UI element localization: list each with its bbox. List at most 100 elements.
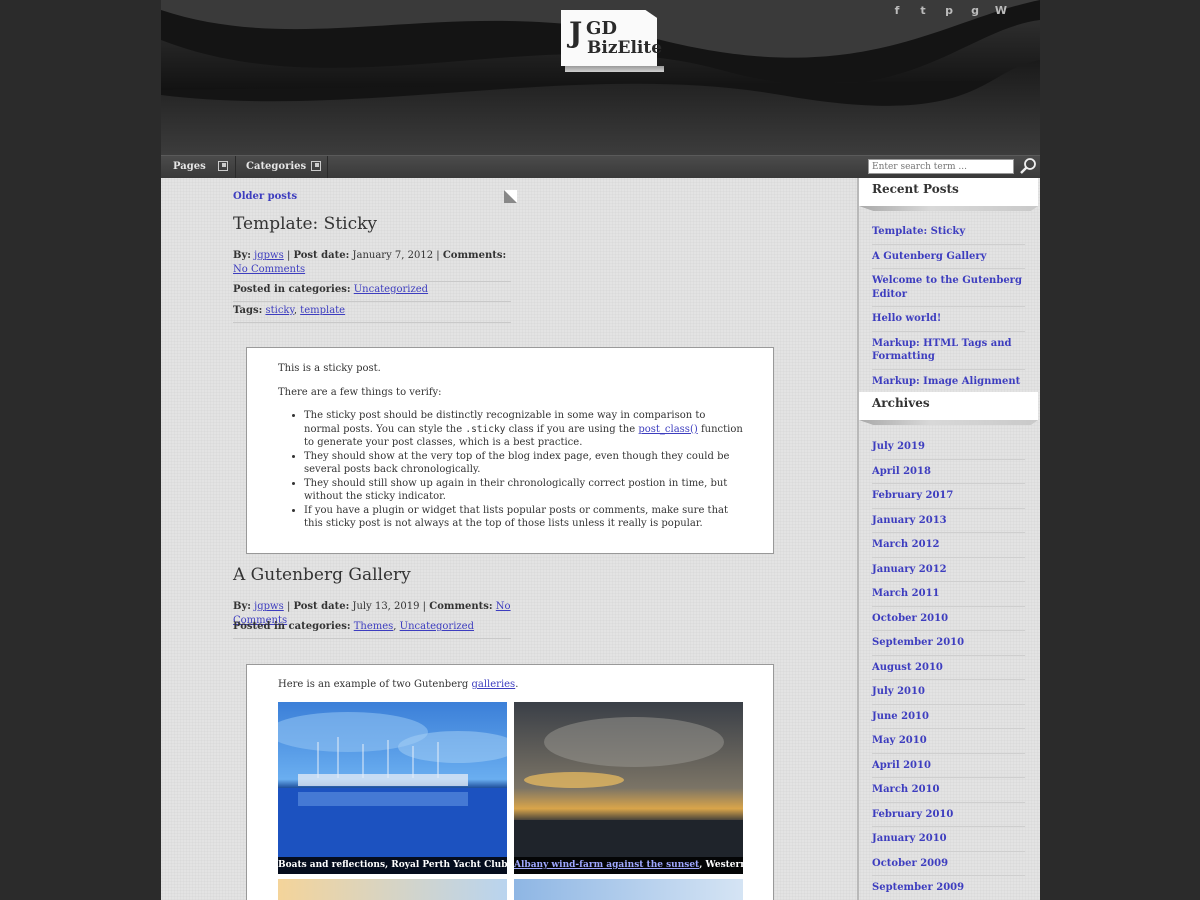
site-logo[interactable]: J GD BizElite <box>561 10 664 72</box>
author-link[interactable]: jgpws <box>254 250 284 261</box>
gallery-caption: Albany wind-farm against the sunset, Wes… <box>514 857 743 874</box>
category-link[interactable]: Uncategorized <box>354 284 428 295</box>
search-icon[interactable] <box>1019 157 1037 175</box>
nav-separator <box>327 156 328 178</box>
wind-farm-photo <box>514 702 743 874</box>
site-frame: J GD BizElite f t p g W Pages Categories… <box>161 0 1040 900</box>
post-paragraph: There are a few things to verify: <box>278 386 442 398</box>
caption-text: , Western Australia <box>699 860 743 870</box>
date-label: Post date: <box>293 601 350 612</box>
logo-letter-j: J <box>569 16 583 49</box>
wordpress-icon[interactable]: W <box>994 4 1008 18</box>
gallery-intro: Here is an example of two Gutenberg gall… <box>278 678 518 692</box>
post-meta-categories: Posted in categories: Uncategorized <box>233 283 511 302</box>
archive-link[interactable]: May 2010 <box>872 729 1025 754</box>
gallery-image-sunset[interactable] <box>278 879 507 900</box>
post-meta-byline: By: jgpws | Post date: January 7, 2012 |… <box>233 249 511 282</box>
post-meta-tags: Tags: sticky, template <box>233 304 511 323</box>
tag-link[interactable]: sticky <box>265 305 293 316</box>
post-meta-categories: Posted in categories: Themes, Uncategori… <box>233 620 511 639</box>
archive-link[interactable]: August 2010 <box>872 656 1025 680</box>
post-title-gallery[interactable]: A Gutenberg Gallery <box>233 565 411 585</box>
facebook-icon[interactable]: f <box>890 4 904 18</box>
post-title-sticky[interactable]: Template: Sticky <box>233 214 377 234</box>
list-item: They should still show up again in their… <box>304 477 743 504</box>
github-icon[interactable]: g <box>968 4 982 18</box>
nav-categories[interactable]: Categories <box>246 156 306 178</box>
archive-link[interactable]: September 2009 <box>872 876 1025 900</box>
by-label: By: <box>233 601 251 612</box>
archive-link[interactable]: July 2010 <box>872 680 1025 705</box>
archive-link[interactable]: October 2010 <box>872 607 1025 631</box>
archives-title: Archives <box>859 392 1038 420</box>
sky-photo <box>514 879 743 900</box>
post-list: The sticky post should be distinctly rec… <box>278 409 743 531</box>
recent-post-link[interactable]: Template: Sticky <box>872 220 1025 245</box>
older-posts-link[interactable]: Older posts <box>233 191 297 202</box>
archive-link[interactable]: April 2010 <box>872 754 1025 778</box>
recent-posts-list: Template: Sticky A Gutenberg Gallery Wel… <box>872 220 1025 394</box>
recent-post-link[interactable]: A Gutenberg Gallery <box>872 245 1025 269</box>
archive-link[interactable]: January 2012 <box>872 558 1025 582</box>
list-item: If you have a plugin or widget that list… <box>304 504 743 531</box>
twitter-icon[interactable]: t <box>916 4 930 18</box>
archive-link[interactable]: January 2013 <box>872 509 1025 533</box>
archive-link[interactable]: March 2011 <box>872 582 1025 607</box>
comments-link[interactable]: No Comments <box>233 264 305 275</box>
sunset-photo <box>278 879 507 900</box>
post-class-link[interactable]: post_class() <box>638 424 697 435</box>
code-text: .sticky <box>465 423 506 435</box>
logo-letters-gd: GD <box>586 18 617 39</box>
archive-link[interactable]: July 2019 <box>872 435 1025 460</box>
archives-list: July 2019 April 2018 February 2017 Janua… <box>872 435 1025 900</box>
tag-link[interactable]: template <box>300 305 345 316</box>
caption-link[interactable]: Albany wind-farm against the sunset <box>514 860 699 870</box>
archive-link[interactable]: September 2010 <box>872 631 1025 656</box>
author-link[interactable]: jgpws <box>254 601 284 612</box>
comments-label: Comments: <box>442 250 507 261</box>
category-link[interactable]: Uncategorized <box>400 621 474 632</box>
list-item: The sticky post should be distinctly rec… <box>304 409 743 450</box>
nav-separator <box>235 156 236 178</box>
logo-bizelite: BizElite <box>587 38 663 58</box>
nav-bar: Pages Categories <box>161 155 1040 178</box>
search-input[interactable] <box>868 159 1014 174</box>
social-links: f t p g W <box>890 4 1008 18</box>
recent-post-link[interactable]: Markup: HTML Tags and Formatting <box>872 332 1025 370</box>
tags-label: Tags: <box>233 305 263 316</box>
archive-link[interactable]: March 2010 <box>872 778 1025 803</box>
recent-post-link[interactable]: Hello world! <box>872 307 1025 332</box>
nav-pages-toggle-icon[interactable] <box>218 161 228 171</box>
intro-text: Here is an example of two Gutenberg <box>278 679 469 690</box>
recent-post-link[interactable]: Welcome to the Gutenberg Editor <box>872 269 1025 307</box>
gallery-caption: Boats and reflections, Royal Perth Yacht… <box>278 857 507 874</box>
post-body-sticky: This is a sticky post. There are a few t… <box>246 347 774 554</box>
category-link[interactable]: Themes <box>354 621 394 632</box>
archive-link[interactable]: February 2017 <box>872 484 1025 509</box>
recent-post-link[interactable]: Markup: Image Alignment <box>872 370 1025 394</box>
sidebar: Recent Posts Template: Sticky A Gutenber… <box>857 178 1040 900</box>
main-content: Older posts Template: Sticky By: jgpws |… <box>161 178 857 900</box>
archive-link[interactable]: January 2010 <box>872 827 1025 852</box>
post-date: January 7, 2012 <box>352 250 434 261</box>
sticky-corner-icon <box>504 190 517 203</box>
logo-edge <box>565 66 664 72</box>
list-text: class if you are using the <box>508 423 636 435</box>
pinterest-icon[interactable]: p <box>942 4 956 18</box>
archive-link[interactable]: April 2018 <box>872 460 1025 484</box>
comments-label: Comments: <box>429 601 493 612</box>
post-body-gallery: Here is an example of two Gutenberg gall… <box>246 664 774 900</box>
intro-text: . <box>515 679 519 690</box>
gallery-image-yacht-club[interactable]: Boats and reflections, Royal Perth Yacht… <box>268 702 518 874</box>
nav-categories-toggle-icon[interactable] <box>311 161 321 171</box>
gallery-image-wind-farm[interactable]: Albany wind-farm against the sunset, Wes… <box>514 702 743 874</box>
gallery-image-sky[interactable] <box>514 879 743 900</box>
date-label: Post date: <box>293 250 350 261</box>
archive-link[interactable]: October 2009 <box>872 852 1025 876</box>
archive-link[interactable]: June 2010 <box>872 705 1025 729</box>
nav-pages[interactable]: Pages <box>173 156 206 178</box>
archive-link[interactable]: March 2012 <box>872 533 1025 558</box>
galleries-link[interactable]: galleries <box>471 679 515 690</box>
post-paragraph: This is a sticky post. <box>278 363 381 374</box>
archive-link[interactable]: February 2010 <box>872 803 1025 827</box>
